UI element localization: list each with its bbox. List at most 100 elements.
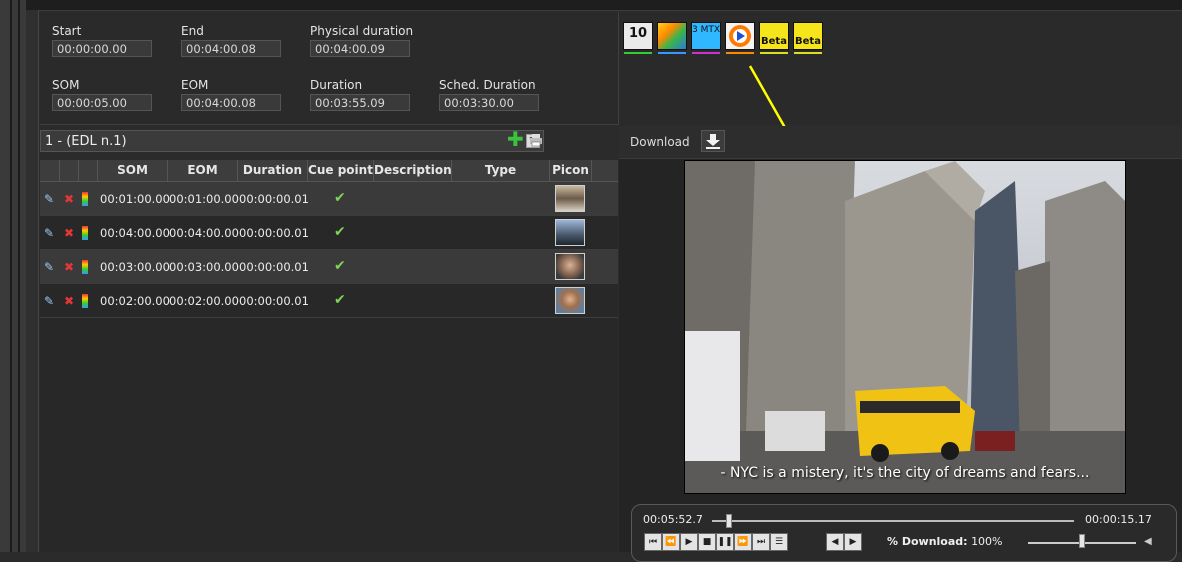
header-description[interactable]: Description: [374, 160, 452, 181]
row-duration: 00:00:00.01: [239, 294, 309, 308]
video-frame[interactable]: - NYC is a mistery, it's the city of dre…: [684, 160, 1126, 494]
skip-start-button[interactable]: ⏮: [644, 533, 662, 551]
edit-icon[interactable]: ✎: [44, 227, 54, 239]
delete-icon[interactable]: ✖: [64, 193, 74, 205]
table-row[interactable]: ✎ ✖ 00:02:00.00 00:02:00.00 00:00:00.01 …: [40, 284, 618, 318]
eom-field: EOM 00:04:00.08: [181, 78, 281, 111]
eom-value[interactable]: 00:04:00.08: [181, 94, 281, 111]
mtx-icon[interactable]: 3 MTX: [691, 22, 721, 54]
add-icon[interactable]: ✚: [507, 129, 524, 149]
tool-underline: [658, 52, 686, 54]
physical-duration-value[interactable]: 00:04:00.09: [310, 40, 410, 57]
row-eom: 00:02:00.00: [169, 294, 239, 308]
play-disc-svg: [729, 25, 751, 47]
edl-select[interactable]: 1 - (EDL n.1) ▼: [40, 130, 544, 152]
tool-underline: [726, 52, 754, 54]
tool-icons-panel: 10 3 MTX Beta Beta: [619, 12, 1182, 124]
start-label: Start: [52, 24, 82, 38]
next-frame-button[interactable]: ▶: [844, 533, 862, 551]
check-icon: ✔: [334, 258, 346, 274]
marker-icon[interactable]: [82, 226, 88, 240]
header-type[interactable]: Type: [452, 160, 550, 181]
marker-icon[interactable]: [82, 260, 88, 274]
delete-icon[interactable]: ✖: [64, 227, 74, 239]
som-value[interactable]: 00:00:05.00: [52, 94, 152, 111]
end-label: End: [181, 24, 204, 38]
duration-label: Duration: [310, 78, 363, 92]
seek-handle[interactable]: [726, 514, 733, 528]
header-som[interactable]: SOM: [98, 160, 168, 181]
pause-button[interactable]: ❚❚: [716, 533, 734, 551]
picon-thumbnail[interactable]: [555, 185, 585, 212]
mtx-text: 3 MTX: [692, 25, 721, 35]
delete-icon[interactable]: ✖: [64, 295, 74, 307]
som-field: SOM 00:00:05.00: [52, 78, 152, 111]
check-icon: ✔: [334, 190, 346, 206]
picon-thumbnail[interactable]: [555, 253, 585, 280]
video-subtitle: - NYC is a mistery, it's the city of dre…: [720, 465, 1090, 481]
tool-underline: [624, 52, 652, 54]
header-picon[interactable]: Picon: [550, 160, 592, 181]
tool-underline: [794, 52, 822, 54]
current-time: 00:05:52.7: [643, 513, 703, 526]
channel-10-text: 10: [628, 26, 648, 41]
download-button[interactable]: [701, 130, 725, 152]
check-icon: ✔: [334, 292, 346, 308]
play-disc-icon[interactable]: [725, 22, 755, 54]
beta-text: Beta: [761, 36, 787, 47]
row-eom: 00:01:00.00: [169, 192, 239, 206]
row-duration: 00:00:00.01: [239, 192, 309, 206]
eom-label: EOM: [181, 78, 209, 92]
menu-button[interactable]: ☰: [770, 533, 788, 551]
volume-icon[interactable]: ◀: [1144, 536, 1152, 547]
end-value[interactable]: 00:04:00.08: [181, 40, 281, 57]
edit-icon[interactable]: ✎: [44, 193, 54, 205]
tool-underline: [692, 52, 720, 54]
check-icon: ✔: [334, 224, 346, 240]
start-value[interactable]: 00:00:00.00: [52, 40, 152, 57]
channel-10-icon[interactable]: 10: [623, 22, 653, 54]
delete-icon[interactable]: ✖: [64, 261, 74, 273]
prev-frame-button[interactable]: ◀: [826, 533, 844, 551]
row-som: 00:02:00.00: [100, 294, 170, 308]
window-left-edge: [0, 0, 26, 552]
edge-line: [18, 0, 20, 552]
picon-thumbnail[interactable]: [555, 287, 585, 314]
sched-duration-field: Sched. Duration 00:03:30.00: [439, 78, 539, 111]
table-row[interactable]: ✎ ✖ 00:01:00.00 00:01:00.00 00:00:00.01 …: [40, 182, 618, 216]
play-button[interactable]: ▶: [680, 533, 698, 551]
duration-value[interactable]: 00:03:55.09: [310, 94, 410, 111]
marker-icon[interactable]: [82, 294, 88, 308]
header-cue-point[interactable]: Cue point: [308, 160, 374, 181]
rewind-button[interactable]: ⏪: [662, 533, 680, 551]
header-duration[interactable]: Duration: [238, 160, 308, 181]
skip-end-button[interactable]: ⏭: [752, 533, 770, 551]
stop-button[interactable]: ■: [698, 533, 716, 551]
header-spacer: [79, 160, 98, 181]
download-progress-label: % Download:: [887, 535, 968, 548]
table-row[interactable]: ✎ ✖ 00:04:00.00 00:04:00.00 00:00:00.01 …: [40, 216, 618, 250]
table-row[interactable]: ✎ ✖ 00:03:00.00 00:03:00.00 00:00:00.01 …: [40, 250, 618, 284]
edit-icon[interactable]: ✎: [44, 261, 54, 273]
picon-thumbnail[interactable]: [555, 219, 585, 246]
som-label: SOM: [52, 78, 80, 92]
header-eom[interactable]: EOM: [168, 160, 238, 181]
download-label: Download: [630, 135, 690, 149]
print-icon[interactable]: [529, 133, 543, 147]
sched-duration-value[interactable]: 00:03:30.00: [439, 94, 539, 111]
edl-table: SOM EOM Duration Cue point Description T…: [40, 160, 618, 552]
duration-field: Duration 00:03:55.09: [310, 78, 410, 111]
beta-tape-icon[interactable]: Beta: [759, 22, 789, 54]
seek-track[interactable]: [712, 520, 1074, 522]
volume-handle[interactable]: [1079, 534, 1085, 548]
row-eom: 00:04:00.00: [169, 226, 239, 240]
physical-duration-field: Physical duration 00:04:00.09: [310, 24, 413, 57]
header-spacer: [40, 160, 60, 181]
beta-text-2: Beta: [795, 36, 821, 47]
beta-tape-icon-2[interactable]: Beta: [793, 22, 823, 54]
marker-icon[interactable]: [82, 192, 88, 206]
fast-forward-button[interactable]: ⏩: [734, 533, 752, 551]
edit-icon[interactable]: ✎: [44, 295, 54, 307]
header-spacer: [60, 160, 79, 181]
color-palette-icon[interactable]: [657, 22, 687, 54]
